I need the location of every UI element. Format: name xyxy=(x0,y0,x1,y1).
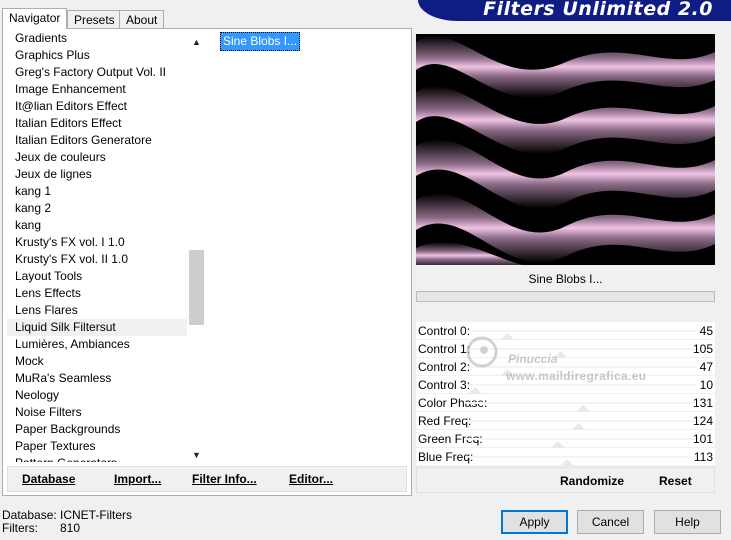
control-value: 47 xyxy=(699,360,713,374)
control-label: Control 0: xyxy=(418,324,471,338)
control-value: 45 xyxy=(699,324,713,338)
filters-count: 810 xyxy=(60,521,81,535)
import-button[interactable]: Import... xyxy=(114,472,161,486)
control-row[interactable]: Control 3: 10 xyxy=(416,376,715,394)
control-label: Control 3: xyxy=(418,378,471,392)
category-item[interactable]: Jeux de lignes xyxy=(7,166,187,183)
control-slider-thumb[interactable] xyxy=(560,459,575,466)
control-row[interactable]: Blue Freq: 113 xyxy=(416,448,715,466)
category-item[interactable]: Krusty's FX vol. II 1.0 xyxy=(7,251,187,268)
filters-label: Filters: xyxy=(2,521,38,535)
sine-blobs-preview xyxy=(416,34,715,265)
control-slider-thumb[interactable] xyxy=(551,441,565,448)
control-slider-thumb[interactable] xyxy=(500,369,515,376)
scroll-up-arrow-icon[interactable]: ▲ xyxy=(189,35,204,50)
category-item[interactable]: Mock xyxy=(7,353,187,370)
category-scrollbar[interactable]: ▲ ▼ xyxy=(189,31,204,461)
control-row[interactable]: Green Freq: 101 xyxy=(416,430,715,448)
category-item[interactable]: kang 1 xyxy=(7,183,187,200)
category-item[interactable]: Lumières, Ambiances xyxy=(7,336,187,353)
control-slider-track[interactable] xyxy=(466,348,696,350)
apply-button[interactable]: Apply xyxy=(501,510,568,534)
filter-list[interactable]: Sine Blobs I... xyxy=(209,32,405,462)
category-item[interactable]: Noise Filters xyxy=(7,404,187,421)
category-item[interactable]: Layout Tools xyxy=(7,268,187,285)
category-item[interactable]: kang 2 xyxy=(7,200,187,217)
control-value: 101 xyxy=(692,432,713,446)
filter-info-button[interactable]: Filter Info... xyxy=(192,472,257,486)
progress-bar xyxy=(416,291,715,302)
category-list[interactable]: Gradients Graphics Plus Greg's Factory Out… xyxy=(7,30,187,462)
control-value: 10 xyxy=(699,378,713,392)
control-row[interactable]: Control 0: 45 xyxy=(416,322,715,340)
tab-navigator[interactable]: Navigator xyxy=(2,8,68,29)
database-button[interactable]: Database xyxy=(22,472,75,486)
randomize-button[interactable]: Randomize xyxy=(560,474,624,488)
category-item[interactable]: It@lian Editors Effect xyxy=(7,98,187,115)
control-slider-thumb[interactable] xyxy=(571,423,586,430)
category-item[interactable]: Italian Editors Effect xyxy=(7,115,187,132)
control-row[interactable]: Control 2: 47 xyxy=(416,358,715,376)
help-button[interactable]: Help xyxy=(654,510,721,534)
category-item[interactable]: Liquid Silk Filtersut xyxy=(7,319,187,336)
category-item[interactable]: Krusty's FX vol. I 1.0 xyxy=(7,234,187,251)
editor-button[interactable]: Editor... xyxy=(289,472,333,486)
control-slider-thumb[interactable] xyxy=(576,405,591,412)
status-info: Database: ICNET-Filters Filters: 810 xyxy=(2,509,132,535)
category-item[interactable]: Italian Editors Generatore xyxy=(7,132,187,149)
control-value: 131 xyxy=(692,396,713,410)
control-label: Control 1: xyxy=(418,342,471,356)
control-slider-track[interactable] xyxy=(466,384,696,386)
navigator-panel: Gradients Graphics Plus Greg's Factory Out… xyxy=(2,28,412,496)
category-item[interactable]: Neology xyxy=(7,387,187,404)
control-slider-thumb[interactable] xyxy=(468,387,483,394)
navigator-footer: Database Import... Filter Info... Editor… xyxy=(7,466,407,492)
control-value: 113 xyxy=(693,450,713,464)
control-slider-track[interactable] xyxy=(466,438,696,440)
tab-presets[interactable]: Presets xyxy=(67,10,122,28)
category-item[interactable]: Jeux de couleurs xyxy=(7,149,187,166)
control-slider-track[interactable] xyxy=(466,456,696,458)
control-slider-track[interactable] xyxy=(466,366,696,368)
control-label: Control 2: xyxy=(418,360,471,374)
category-item[interactable]: Pattern Generators xyxy=(7,455,187,462)
category-item[interactable]: Lens Flares xyxy=(7,302,187,319)
category-item[interactable]: kang xyxy=(7,217,187,234)
control-value: 105 xyxy=(692,342,713,356)
control-slider-track[interactable] xyxy=(466,402,696,404)
tab-about[interactable]: About xyxy=(119,10,165,28)
preview-filter-name: Sine Blobs I... xyxy=(416,268,715,290)
category-item[interactable]: Greg's Factory Output Vol. II xyxy=(7,64,187,81)
category-item[interactable]: Paper Textures xyxy=(7,438,187,455)
category-item[interactable]: MuRa's Seamless xyxy=(7,370,187,387)
control-value: 124 xyxy=(692,414,713,428)
control-slider-track[interactable] xyxy=(466,420,696,422)
filter-preview-image xyxy=(416,34,715,265)
category-item[interactable]: Graphics Plus xyxy=(7,47,187,64)
scroll-down-arrow-icon[interactable]: ▼ xyxy=(189,448,204,463)
category-item[interactable]: Lens Effects xyxy=(7,285,187,302)
controls-footer: Randomize Reset xyxy=(416,467,715,493)
banner-title: Filters Unlimited 2.0 xyxy=(483,0,713,20)
control-slider-thumb[interactable] xyxy=(500,333,515,340)
control-row[interactable]: Color Phase: 131 xyxy=(416,394,715,412)
category-item[interactable]: Gradients xyxy=(7,30,187,47)
control-row[interactable]: Red Freq: 124 xyxy=(416,412,715,430)
category-item[interactable]: Paper Backgrounds xyxy=(7,421,187,438)
control-slider-track[interactable] xyxy=(466,330,696,332)
banner: Filters Unlimited 2.0 xyxy=(418,0,731,21)
control-slider-thumb[interactable] xyxy=(553,351,568,358)
control-row[interactable]: Control 1: 105 xyxy=(416,340,715,358)
reset-button[interactable]: Reset xyxy=(659,474,692,488)
category-item[interactable]: Image Enhancement xyxy=(7,81,187,98)
scroll-thumb[interactable] xyxy=(189,250,204,325)
control-label: Red Freq: xyxy=(418,414,472,428)
cancel-button[interactable]: Cancel xyxy=(577,510,644,534)
filter-item[interactable]: Sine Blobs I... xyxy=(220,32,301,51)
filter-controls: Control 0: 45 Control 1: 105 Control 2: 47 Con… xyxy=(416,322,715,466)
